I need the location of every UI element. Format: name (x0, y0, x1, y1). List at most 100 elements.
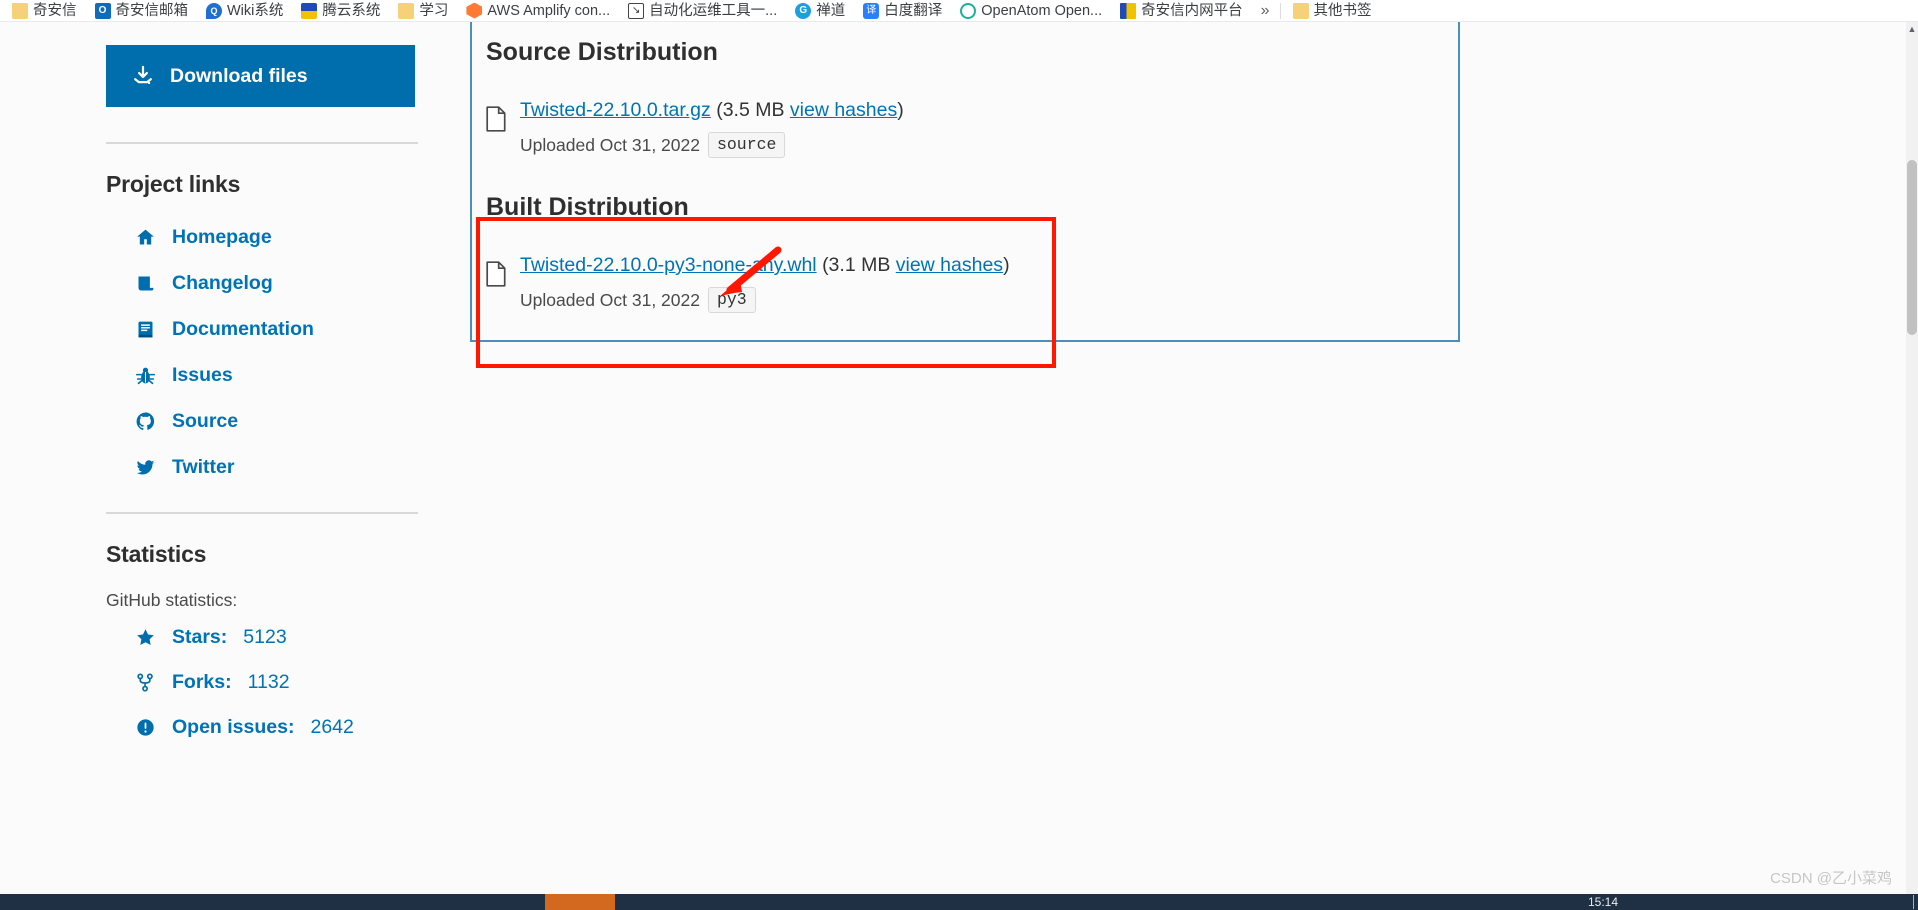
source-file-link[interactable]: Twisted-22.10.0.tar.gz (520, 99, 711, 121)
bookmark-label: 奇安信 (33, 2, 77, 19)
built-view-hashes-link[interactable]: view hashes (896, 254, 1003, 276)
source-type-badge: source (708, 132, 786, 158)
source-file-size: (3.5 MB (716, 99, 790, 121)
project-link-source[interactable]: Source (106, 398, 418, 444)
source-distribution-title: Source Distribution (486, 38, 718, 66)
bookmark-label: Wiki系统 (227, 2, 284, 19)
vertical-scrollbar[interactable]: ▲ ▼ (1906, 22, 1918, 910)
bookmark-label: 奇安信邮箱 (115, 2, 189, 19)
intranet-icon (1120, 2, 1137, 19)
wiki-icon (206, 2, 222, 19)
source-view-hashes-link[interactable]: view hashes (790, 99, 897, 121)
built-distribution-title: Built Distribution (486, 193, 689, 221)
bookmarks-bar: 奇安信 奇安信邮箱 Wiki系统 腾云系统 学习 AWS Amplify con… (0, 0, 1918, 22)
outlook-icon (94, 2, 111, 19)
taskbar-app-indicator[interactable] (545, 894, 615, 910)
statistic-stars: Stars: 5123 (106, 615, 418, 660)
csdn-watermark: CSDN @乙小菜鸡 (1770, 870, 1892, 887)
sidebar: Download files Project links Homepage Ch… (106, 22, 418, 750)
taskbar: 15:14 (0, 894, 1918, 910)
scroll-up-icon[interactable]: ▲ (1906, 22, 1918, 36)
twitter-icon (134, 456, 156, 478)
download-files-button[interactable]: Download files (106, 45, 415, 107)
project-link-label: Issues (172, 363, 233, 386)
project-link-twitter[interactable]: Twitter (106, 444, 418, 490)
bookmark-aws-amplify[interactable]: AWS Amplify con... (466, 1, 610, 21)
built-distribution-row: Twisted-22.10.0-py3-none-any.whl (3.1 MB… (486, 252, 1458, 313)
project-link-label: Homepage (172, 225, 272, 248)
automation-icon (628, 2, 645, 19)
bookmark-label: 自动化运维工具一... (649, 2, 778, 19)
statistic-label: Open issues: (172, 716, 295, 738)
statistic-value: 5123 (243, 626, 287, 648)
source-file-line: Twisted-22.10.0.tar.gz (3.5 MB view hash… (520, 97, 904, 123)
built-size-close: ) (1003, 254, 1010, 276)
bookmark-wiki[interactable]: Wiki系统 (206, 1, 283, 21)
zentao-icon (795, 2, 812, 19)
bug-icon (134, 364, 156, 386)
bookmark-baidu-translate[interactable]: 白度翻译 (863, 1, 942, 21)
bookmark-label: 学习 (419, 2, 449, 19)
bookmark-label: 白度翻译 (884, 2, 943, 19)
project-link-issues[interactable]: Issues (106, 352, 418, 398)
bookmarks-divider (1279, 2, 1281, 19)
bookmark-openatom[interactable]: OpenAtom Open... (960, 1, 1102, 21)
bookmark-other-bookmarks[interactable]: 其他书签 (1292, 1, 1372, 21)
sidebar-divider-2 (106, 512, 418, 514)
screenshot-root: 奇安信 奇安信邮箱 Wiki系统 腾云系统 学习 AWS Amplify con… (0, 0, 1918, 910)
statistic-forks: Forks: 1132 (106, 660, 418, 705)
bookmark-label: 腾云系统 (322, 2, 381, 19)
bookmark-zentao[interactable]: 禅道 (795, 1, 845, 21)
red-pointer-arrow (712, 246, 782, 298)
bookmark-intranet-platform[interactable]: 奇安信内网平台 (1120, 1, 1243, 21)
statistics-title: Statistics (106, 541, 207, 567)
built-uploaded-text: Uploaded Oct 31, 2022 (520, 289, 700, 310)
sidebar-divider-1 (106, 142, 418, 144)
bookmark-automation-tool[interactable]: 自动化运维工具一... (628, 1, 777, 21)
bookmark-label: 奇安信内网平台 (1141, 2, 1243, 19)
source-distribution-details: Twisted-22.10.0.tar.gz (3.5 MB view hash… (520, 97, 904, 158)
project-link-label: Twitter (172, 455, 235, 478)
project-link-documentation[interactable]: Documentation (106, 306, 418, 352)
built-file-size: (3.1 MB (822, 254, 896, 276)
github-icon (134, 410, 156, 432)
bookmark-label: AWS Amplify con... (487, 2, 611, 19)
project-links-list: Homepage Changelog Documentation Issues … (106, 214, 418, 490)
taskbar-clock: 15:14 (1587, 895, 1618, 909)
bookmark-qianxin[interactable]: 奇安信 (12, 1, 77, 21)
file-icon (486, 106, 506, 132)
statistic-label: Forks: (172, 671, 232, 693)
aws-amplify-icon (466, 2, 483, 19)
source-uploaded-line: Uploaded Oct 31, 2022 source (520, 132, 904, 158)
project-link-homepage[interactable]: Homepage (106, 214, 418, 260)
issue-icon (134, 717, 156, 739)
project-link-label: Source (172, 409, 239, 432)
statistic-value: 1132 (247, 671, 290, 693)
taskbar-caret (1913, 895, 1914, 909)
home-icon (134, 226, 156, 248)
bookmark-tengyun[interactable]: 腾云系统 (301, 1, 380, 21)
bookmarks-overflow-button[interactable]: » (1261, 2, 1270, 20)
download-icon (132, 65, 154, 87)
folder-icon (398, 2, 415, 19)
folder-icon (1292, 2, 1309, 19)
book-icon (134, 318, 156, 340)
bookmark-label: 禅道 (816, 2, 846, 19)
star-icon (134, 627, 156, 649)
translate-icon (863, 2, 880, 19)
release-files-panel: Source Distribution Twisted-22.10.0.tar.… (470, 22, 1460, 342)
tengyun-icon (301, 2, 318, 19)
statistic-value: 2642 (310, 716, 354, 738)
project-link-changelog[interactable]: Changelog (106, 260, 418, 306)
bookmark-label: OpenAtom Open... (981, 2, 1103, 19)
openatom-icon (960, 2, 977, 19)
bookmark-study[interactable]: 学习 (398, 1, 448, 21)
statistics-list: Stars: 5123 Forks: 1132 Open issues: 264… (106, 615, 418, 750)
vertical-scrollbar-thumb[interactable] (1907, 160, 1917, 335)
bookmark-qianxin-mail[interactable]: 奇安信邮箱 (94, 1, 189, 21)
github-statistics-caption: GitHub statistics: (106, 590, 238, 610)
source-size-close: ) (897, 99, 904, 121)
folder-icon (12, 2, 28, 19)
source-distribution-row: Twisted-22.10.0.tar.gz (3.5 MB view hash… (486, 97, 1458, 158)
project-link-label: Documentation (172, 317, 314, 340)
